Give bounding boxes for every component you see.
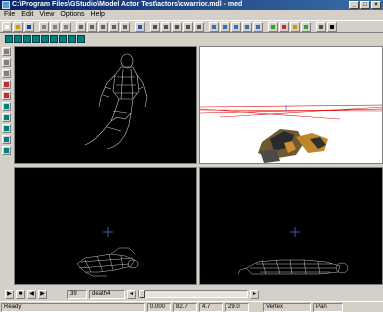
left-tool-6-icon[interactable]: [2, 102, 11, 111]
box-select-icon[interactable]: [194, 21, 204, 32]
view-single-icon[interactable]: [209, 21, 219, 32]
new-icon[interactable]: [2, 21, 12, 32]
status-z: 4.7: [199, 302, 223, 312]
viewport-perspective[interactable]: [199, 46, 383, 164]
bones-icon[interactable]: [290, 21, 300, 32]
status-mode: Vertex: [263, 302, 311, 312]
left-tool-1-icon[interactable]: [2, 47, 11, 56]
viewport-top[interactable]: [14, 167, 197, 285]
lighting-icon[interactable]: [268, 21, 278, 32]
play-icon[interactable]: ▶: [5, 289, 14, 299]
tool-6-icon[interactable]: [50, 35, 58, 43]
left-tool-7-icon[interactable]: [2, 113, 11, 122]
frame-field[interactable]: 39: [67, 289, 87, 299]
menu-bar: File Edit View Options Help: [0, 10, 383, 20]
view-quad-icon[interactable]: [220, 21, 230, 32]
viewport-side[interactable]: [199, 167, 383, 285]
title-bar: C:\Program Files\GStudio\Model Actor Tes…: [0, 0, 383, 10]
status-bar: Ready 0.000 82.7 4.7 29.0 Vertex Pan: [0, 301, 383, 312]
left-tool-3-icon[interactable]: [2, 69, 11, 78]
tool-8-icon[interactable]: [68, 35, 76, 43]
tool-1-icon[interactable]: [5, 35, 13, 43]
close-button[interactable]: ×: [371, 1, 381, 9]
playback-bar: ▶ ■ ◀ ▶ 39 death4 ◂ ▸: [0, 288, 383, 300]
status-text: Ready: [1, 302, 145, 312]
tool-7-icon[interactable]: [59, 35, 67, 43]
left-tool-10-icon[interactable]: [2, 146, 11, 155]
vertex-mode-icon[interactable]: [150, 21, 160, 32]
status-tool: Pan: [313, 302, 343, 312]
undo-icon[interactable]: [76, 21, 86, 32]
minimize-button[interactable]: _: [349, 1, 359, 9]
step-forward-icon[interactable]: ▶: [38, 289, 47, 299]
bone-mode-icon[interactable]: [172, 21, 182, 32]
secondary-toolbar: [0, 34, 120, 44]
menu-help[interactable]: Help: [91, 10, 105, 20]
cut-icon[interactable]: [39, 21, 49, 32]
main-toolbar: [0, 20, 383, 33]
status-y: 82.7: [173, 302, 197, 312]
wireframe-figure-front: [84, 53, 148, 150]
rotate-icon[interactable]: [120, 21, 130, 32]
select-icon[interactable]: [98, 21, 108, 32]
move-icon[interactable]: [109, 21, 119, 32]
menu-file[interactable]: File: [4, 10, 15, 20]
axes-icon[interactable]: [279, 21, 289, 32]
viewport-front[interactable]: [14, 46, 197, 164]
tool-3-icon[interactable]: [23, 35, 31, 43]
left-tool-5-icon[interactable]: [2, 91, 11, 100]
view-wire-icon[interactable]: [231, 21, 241, 32]
maximize-button[interactable]: □: [360, 1, 370, 9]
tool-4-icon[interactable]: [32, 35, 40, 43]
wireframe-figure-top: [76, 227, 139, 277]
tool-9-icon[interactable]: [77, 35, 85, 43]
save-icon[interactable]: [24, 21, 34, 32]
open-icon[interactable]: [13, 21, 23, 32]
tool-2-icon[interactable]: [14, 35, 22, 43]
paste-icon[interactable]: [61, 21, 71, 32]
timeline-slider[interactable]: [138, 290, 248, 298]
timeline-thumb[interactable]: [139, 290, 145, 298]
crosshair-icon: [103, 227, 113, 237]
status-w: 29.0: [225, 302, 249, 312]
zoom-icon[interactable]: [316, 21, 326, 32]
window-title: C:\Program Files\GStudio\Model Actor Tes…: [12, 1, 243, 8]
left-tool-2-icon[interactable]: [2, 58, 11, 67]
menu-options[interactable]: Options: [60, 10, 84, 20]
scroll-left-icon[interactable]: ◂: [127, 289, 136, 299]
actor-icon[interactable]: [135, 21, 145, 32]
stop-icon[interactable]: ■: [16, 289, 25, 299]
redo-icon[interactable]: [87, 21, 97, 32]
status-x: 0.000: [147, 302, 171, 312]
left-tool-8-icon[interactable]: [2, 124, 11, 133]
app-icon: [2, 1, 10, 9]
pan-crosshair-icon[interactable]: [327, 21, 337, 32]
perspective-scene: [200, 104, 382, 163]
character-model: [258, 129, 328, 163]
face-mode-icon[interactable]: [161, 21, 171, 32]
normals-icon[interactable]: [301, 21, 311, 32]
left-tool-4-icon[interactable]: [2, 80, 11, 89]
tool-5-icon[interactable]: [41, 35, 49, 43]
menu-view[interactable]: View: [39, 10, 54, 20]
menu-edit[interactable]: Edit: [21, 10, 33, 20]
crosshair-icon: [290, 227, 300, 237]
view-solid-icon[interactable]: [242, 21, 252, 32]
animation-field[interactable]: death4: [89, 289, 125, 299]
wireframe-figure-side: [237, 227, 349, 275]
lasso-icon[interactable]: [183, 21, 193, 32]
view-texture-icon[interactable]: [253, 21, 263, 32]
scroll-right-icon[interactable]: ▸: [250, 289, 259, 299]
left-tool-9-icon[interactable]: [2, 135, 11, 144]
copy-icon[interactable]: [50, 21, 60, 32]
step-back-icon[interactable]: ◀: [27, 289, 36, 299]
left-toolbar: [2, 47, 13, 292]
